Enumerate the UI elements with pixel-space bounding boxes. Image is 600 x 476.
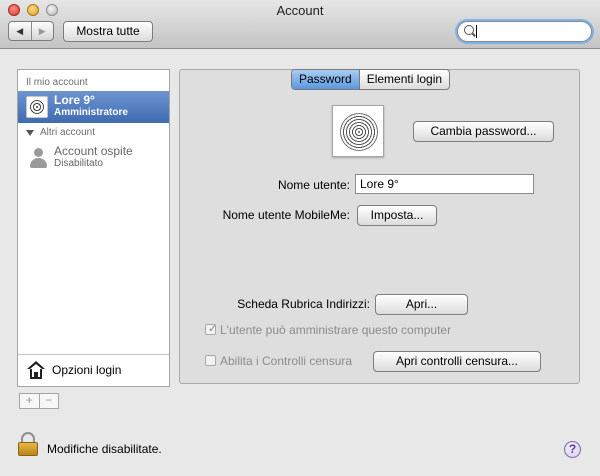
parental-controls-label: Abilita i Controlli censura <box>220 354 353 368</box>
user-picture[interactable] <box>332 105 384 157</box>
back-forward-control: ◀ ▶ <box>8 21 54 41</box>
guest-account-name: Account ospite <box>54 144 133 158</box>
add-remove-control: + − <box>19 393 59 409</box>
toolbar: Account ◀ ▶ Mostra tutte <box>0 0 600 49</box>
login-options-label: Opzioni login <box>52 363 122 377</box>
other-accounts-header: Altri account <box>40 127 96 138</box>
mobileme-setup-button[interactable]: Imposta... <box>357 205 437 226</box>
account-item-lore[interactable]: Lore 9° Amministratore <box>18 91 169 123</box>
my-account-header: Il mio account <box>26 77 88 88</box>
account-list: Il mio account Lore 9° Amministratore Al… <box>17 69 170 387</box>
account-role: Amministratore <box>54 107 128 118</box>
window-title: Account <box>276 3 324 18</box>
tab-bar: Password Elementi login <box>291 69 451 90</box>
mobileme-label: Nome utente MobileMe: <box>222 208 350 222</box>
guest-account-status: Disabilitato <box>54 158 103 169</box>
help-button[interactable]: ? <box>564 441 581 458</box>
open-parental-controls-button[interactable]: Apri controlli censura... <box>373 351 541 372</box>
change-password-button[interactable]: Cambia password... <box>413 121 554 142</box>
parental-controls-checkbox[interactable] <box>205 355 216 366</box>
guest-user-icon <box>28 148 48 170</box>
lock-status-text: Modifiche disabilitate. <box>47 442 162 456</box>
username-label: Nome utente: <box>277 178 350 192</box>
admin-checkbox[interactable]: ✓ <box>205 323 218 335</box>
account-item-guest[interactable]: Account ospite Disabilitato <box>18 142 169 174</box>
disclosure-triangle-icon[interactable] <box>26 130 34 136</box>
remove-account-button[interactable]: − <box>38 394 59 408</box>
forward-button[interactable]: ▶ <box>30 22 54 40</box>
text-caret <box>476 25 477 38</box>
account-name: Lore 9° <box>54 93 95 107</box>
house-icon <box>27 361 45 379</box>
tab-password[interactable]: Password <box>292 70 359 89</box>
show-all-button[interactable]: Mostra tutte <box>63 21 153 42</box>
username-field[interactable]: Lore 9° <box>355 174 534 194</box>
add-account-button[interactable]: + <box>20 394 39 408</box>
login-options-item[interactable]: Opzioni login <box>18 354 169 386</box>
user-avatar-icon <box>26 96 48 118</box>
admin-checkbox-label: L'utente può amministrare questo compute… <box>220 323 452 337</box>
lock-icon[interactable] <box>18 432 38 456</box>
open-address-book-button[interactable]: Apri... <box>375 294 468 315</box>
tab-login-items[interactable]: Elementi login <box>358 70 449 89</box>
search-icon <box>464 25 474 35</box>
address-book-label: Scheda Rubrica Indirizzi: <box>237 297 370 311</box>
checkmark-icon: ✓ <box>208 323 218 335</box>
search-input[interactable] <box>457 21 592 42</box>
back-button[interactable]: ◀ <box>9 22 31 40</box>
